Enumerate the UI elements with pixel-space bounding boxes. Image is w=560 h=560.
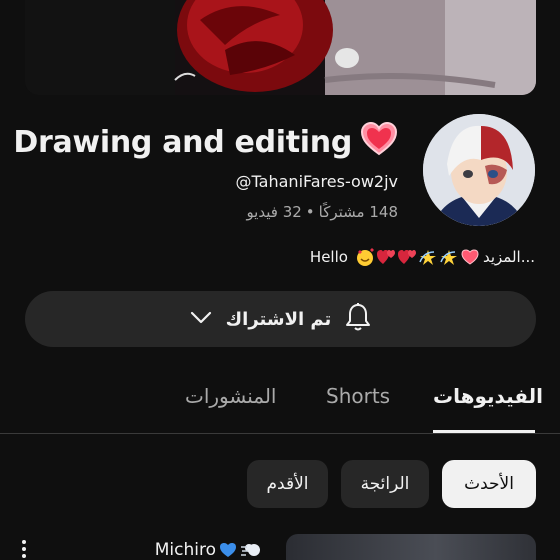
tab-shorts[interactable]: Shorts xyxy=(326,384,390,408)
subscribed-label: تم الاشتراك xyxy=(225,308,332,330)
dizzy-star-icon xyxy=(419,250,436,265)
more-vert-icon[interactable] xyxy=(18,538,30,560)
bell-icon xyxy=(345,302,371,336)
video-count: 32 فيديو xyxy=(246,203,302,221)
description-more-link[interactable]: المزيد... xyxy=(483,248,535,266)
stats-separator: • xyxy=(305,203,315,221)
channel-name: Drawing and editing xyxy=(13,121,398,164)
banner-image xyxy=(25,0,536,95)
chip-oldest[interactable]: الأقدم xyxy=(247,460,328,508)
chip-latest[interactable]: الأحدث xyxy=(442,460,536,508)
channel-handle: @TahaniFares-ow2jv xyxy=(235,172,398,191)
video-thumbnail[interactable] xyxy=(286,534,536,560)
chip-popular[interactable]: الرائجة xyxy=(341,460,429,508)
subscriber-count: 148 مشتركًا xyxy=(318,203,398,221)
avatar-image xyxy=(423,114,535,226)
channel-tabs: الفيديوهات Shorts المنشورات xyxy=(0,370,560,434)
channel-stats: 148 مشتركًا•32 فيديو xyxy=(246,203,398,221)
video-title[interactable]: Michiro xyxy=(155,540,262,560)
description-text: Hello xyxy=(309,248,348,266)
chevron-down-icon xyxy=(190,310,212,329)
blue-heart-icon xyxy=(220,543,236,557)
smiling-face-hearts-icon xyxy=(356,248,374,266)
two-hearts-icon xyxy=(397,250,416,264)
channel-avatar[interactable] xyxy=(423,114,535,226)
channel-banner[interactable] xyxy=(25,0,536,95)
subscribed-button[interactable]: تم الاشتراك xyxy=(25,291,536,347)
active-tab-indicator xyxy=(433,430,535,433)
dizzy-star-icon xyxy=(440,250,457,265)
tab-videos[interactable]: الفيديوهات xyxy=(433,384,543,408)
tab-posts[interactable]: المنشورات xyxy=(185,384,276,408)
dash-away-icon xyxy=(241,544,260,556)
description-emojis xyxy=(355,248,480,266)
video-title-text: Michiro xyxy=(154,540,216,560)
heart-icon xyxy=(360,121,398,164)
channel-description[interactable]: Hello المزيد... xyxy=(310,248,535,266)
channel-name-text: Drawing and editing xyxy=(13,125,352,160)
heart-icon xyxy=(461,249,479,265)
two-hearts-icon xyxy=(376,250,395,264)
